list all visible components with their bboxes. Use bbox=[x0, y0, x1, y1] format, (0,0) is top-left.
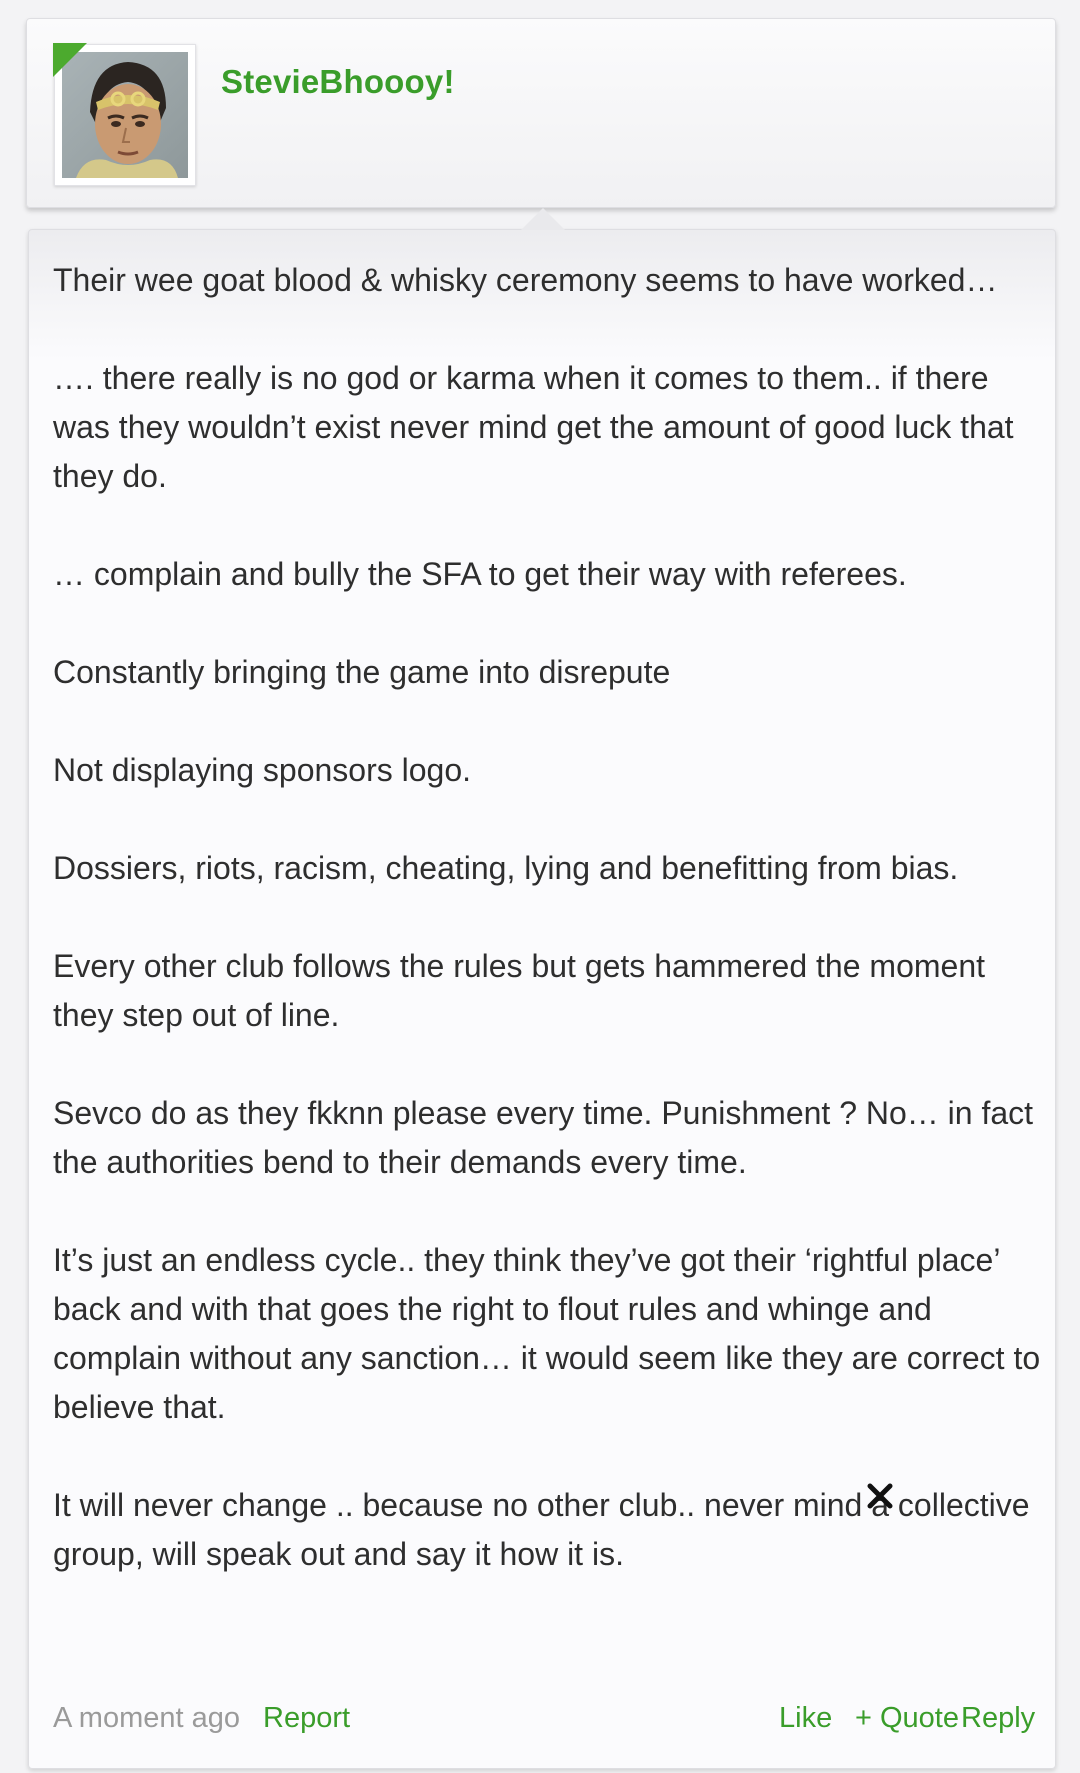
message-card: Their wee goat blood & whisky ceremony s… bbox=[28, 229, 1056, 1769]
like-button[interactable]: Like bbox=[779, 1698, 832, 1738]
username[interactable]: StevieBhoooy! bbox=[221, 63, 455, 101]
close-icon[interactable] bbox=[865, 1481, 895, 1511]
message-paragraph: … complain and bully the SFA to get thei… bbox=[53, 556, 907, 592]
speech-pointer bbox=[521, 208, 565, 230]
green-corner-icon bbox=[53, 43, 87, 77]
message-body: Their wee goat blood & whisky ceremony s… bbox=[53, 256, 1043, 1579]
message-paragraph: Not displaying sponsors logo. bbox=[53, 752, 472, 788]
message-paragraph: Dossiers, riots, racism, cheating, lying… bbox=[53, 850, 959, 886]
user-card: StevieBhoooy! bbox=[26, 18, 1056, 208]
report-link[interactable]: Report bbox=[263, 1698, 350, 1738]
timestamp: A moment ago bbox=[53, 1702, 240, 1734]
message-paragraph: Their wee goat blood & whisky ceremony s… bbox=[53, 262, 998, 298]
message-paragraph: Sevco do as they fkknn please every time… bbox=[53, 1095, 1034, 1180]
message-footer: A moment ago Report Like + Quote Reply bbox=[53, 1698, 1035, 1738]
message-paragraph: It’s just an endless cycle.. they think … bbox=[53, 1242, 1041, 1425]
avatar[interactable] bbox=[53, 43, 196, 186]
message-paragraph: Every other club follows the rules but g… bbox=[53, 948, 985, 1033]
message-paragraph: Constantly bringing the game into disrep… bbox=[53, 654, 671, 690]
reply-button[interactable]: Reply bbox=[961, 1698, 1035, 1738]
quote-button[interactable]: + Quote bbox=[855, 1698, 959, 1738]
message-paragraph: …. there really is no god or karma when … bbox=[53, 360, 1014, 494]
